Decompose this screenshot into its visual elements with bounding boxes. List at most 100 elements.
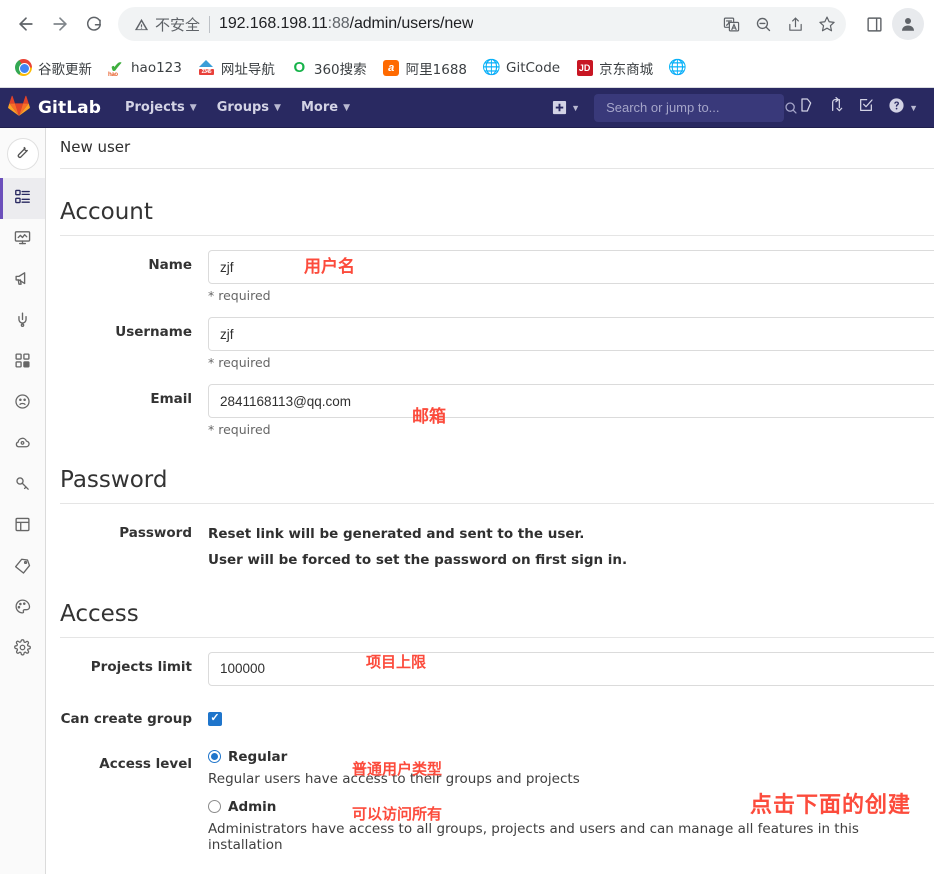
bookmark-google-update[interactable]: 谷歌更新 xyxy=(8,54,99,82)
sidebar-item-settings[interactable] xyxy=(0,629,45,670)
password-control: Reset link will be generated and sent to… xyxy=(208,518,934,571)
address-bar[interactable]: 不安全 192.168.198.11:88/admin/users/new xyxy=(118,7,846,41)
zoom-out-icon[interactable] xyxy=(748,10,778,38)
translate-icon[interactable] xyxy=(716,10,746,38)
settings-gear-icon xyxy=(14,638,31,661)
bookmark-label: GitCode xyxy=(506,59,561,76)
profile-avatar[interactable] xyxy=(892,8,924,40)
alibaba-icon: a xyxy=(383,59,400,76)
access-level-label: Access level xyxy=(99,755,192,772)
app-body: New user Account Name * required Usernam… xyxy=(0,128,934,874)
bookmark-jd[interactable]: JD 京东商城 xyxy=(569,54,660,82)
password-note-line1: Reset link will be generated and sent to… xyxy=(208,526,585,542)
gitlab-fox-logo-icon xyxy=(8,95,30,121)
help-button[interactable]: ▼ xyxy=(882,88,924,128)
todos-button[interactable] xyxy=(852,88,880,128)
sidebar-avatar-row xyxy=(0,134,45,178)
back-button[interactable] xyxy=(10,8,42,40)
projects-limit-label: Projects limit xyxy=(90,658,192,675)
share-icon[interactable] xyxy=(780,10,810,38)
sidebar-item-monitoring[interactable] xyxy=(0,219,45,260)
field-row-can-create-group: Can create group xyxy=(60,686,934,727)
admin-area-avatar[interactable] xyxy=(6,138,39,170)
bookmark-label: 谷歌更新 xyxy=(38,61,92,78)
reload-button[interactable] xyxy=(78,8,110,40)
merge-requests-button[interactable] xyxy=(822,88,850,128)
sidebar-item-overview[interactable] xyxy=(0,178,45,219)
sidebar-item-kubernetes[interactable] xyxy=(0,424,45,465)
sidebar-item-abuse-reports[interactable] xyxy=(0,383,45,424)
section-heading-account: Account xyxy=(60,199,153,225)
gitlab-brand-text: GitLab xyxy=(38,97,101,118)
chevron-down-icon: ▼ xyxy=(343,102,350,113)
nav-item-projects[interactable]: Projects ▼ xyxy=(115,88,207,128)
search-box[interactable] xyxy=(594,93,797,122)
deploy-keys-icon xyxy=(14,475,31,497)
name-input[interactable] xyxy=(208,250,934,284)
nav-item-groups[interactable]: Groups ▼ xyxy=(207,88,291,128)
2345-icon: 2345 xyxy=(198,59,215,76)
sidebar-item-labels[interactable] xyxy=(0,547,45,588)
section-heading-password: Password xyxy=(60,467,168,493)
chevron-down-icon: ▼ xyxy=(189,102,197,113)
address-bar-actions xyxy=(716,10,842,38)
create-new-button[interactable]: ▼ xyxy=(546,88,586,128)
labels-page-icon xyxy=(14,516,31,538)
bookmark-hao123[interactable]: ✔ hao hao123 xyxy=(101,55,189,80)
field-row-access-level: Access level Regular Regular users have … xyxy=(60,727,934,853)
field-row-email: Email * required xyxy=(60,370,934,437)
can-create-group-checkbox[interactable] xyxy=(208,711,222,726)
gitlab-logo-link[interactable]: GitLab xyxy=(8,95,101,121)
merge-requests-icon xyxy=(828,97,844,118)
sidebar-item-messages[interactable] xyxy=(0,260,45,301)
section-heading-access: Access xyxy=(60,600,139,627)
browser-toolbar: 不安全 192.168.198.11:88/admin/users/new xyxy=(0,0,934,48)
radio-regular-indicator[interactable] xyxy=(208,750,221,763)
email-input[interactable] xyxy=(208,384,934,418)
bookmark-extra[interactable]: 🌐 xyxy=(662,55,699,80)
nav-item-label: More xyxy=(300,100,339,115)
sidebar-item-applications[interactable] xyxy=(0,342,45,383)
bookmark-gitcode[interactable]: 🌐 GitCode xyxy=(476,55,567,80)
gitlab-navbar-right: ▼ Search or jump to... ▼ xyxy=(546,88,924,128)
radio-admin-indicator[interactable] xyxy=(208,800,221,813)
bookmark-web-navigation[interactable]: 2345 网址导航 xyxy=(191,54,282,82)
hao123-icon: ✔ hao xyxy=(108,59,123,78)
sidebar-item-system-hooks[interactable] xyxy=(0,301,45,342)
main-content: New user Account Name * required Usernam… xyxy=(46,128,934,874)
bookmark-alibaba-1688[interactable]: a 阿里1688 xyxy=(376,54,474,82)
nav-item-more[interactable]: More ▼ xyxy=(291,88,360,128)
bookmark-label: hao123 xyxy=(131,59,182,76)
search-input[interactable] xyxy=(604,99,785,116)
name-control: * required xyxy=(208,250,934,303)
radio-option-admin[interactable]: Admin xyxy=(208,799,934,815)
overview-icon xyxy=(14,188,31,210)
bookmark-360-search[interactable]: O 360搜索 xyxy=(284,54,374,82)
bookmarks-bar: 谷歌更新 ✔ hao hao123 2345 网址导航 O 360搜索 a 阿里1… xyxy=(0,48,934,88)
globe-icon: 🌐 xyxy=(482,59,501,76)
messages-icon xyxy=(14,270,31,292)
sidebar-item-deploy-keys[interactable] xyxy=(0,465,45,506)
projects-limit-input[interactable] xyxy=(208,651,934,686)
radio-option-regular[interactable]: Regular xyxy=(208,749,934,765)
forward-button[interactable] xyxy=(44,8,76,40)
sidebar-item-labels-page[interactable] xyxy=(0,506,45,547)
chrome-icon xyxy=(15,59,32,76)
address-bar-separator xyxy=(209,15,211,33)
appearance-icon xyxy=(14,598,31,620)
kubernetes-icon xyxy=(14,434,31,456)
jd-icon: JD xyxy=(576,59,593,76)
issues-button[interactable] xyxy=(792,88,820,128)
password-label: Password xyxy=(119,525,192,541)
field-row-username: Username * required xyxy=(60,303,934,370)
admin-sidebar xyxy=(0,128,46,874)
side-panel-icon[interactable] xyxy=(858,8,890,40)
username-control: * required xyxy=(208,317,934,370)
bookmark-star-icon[interactable] xyxy=(812,10,842,38)
sidebar-item-appearance[interactable] xyxy=(0,588,45,629)
browser-toolbar-right xyxy=(858,8,924,40)
projects-limit-control xyxy=(208,651,934,686)
field-row-name: Name * required xyxy=(60,236,934,303)
applications-icon xyxy=(14,352,31,374)
username-input[interactable] xyxy=(208,317,934,351)
